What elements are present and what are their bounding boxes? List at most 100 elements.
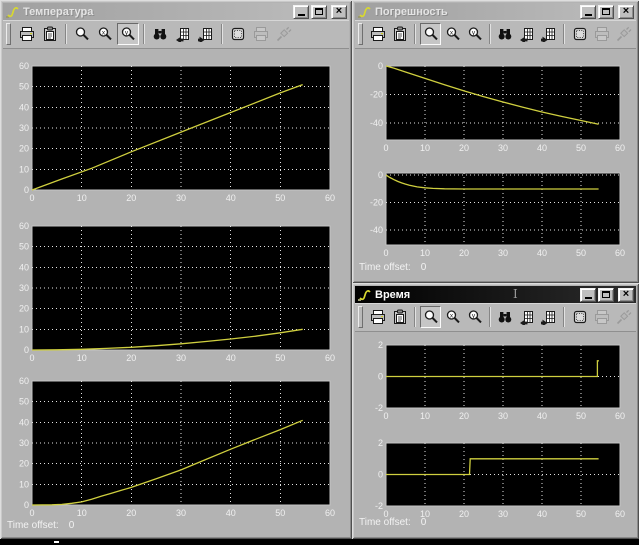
svg-text:50: 50 [275, 193, 285, 203]
zoom-x-button[interactable]: x [442, 306, 463, 328]
toolbar-separator [143, 24, 145, 44]
restore-axes-icon [198, 26, 214, 42]
save-axes-button[interactable] [172, 23, 194, 45]
plot-time-1[interactable]: 0102030405060-202 [353, 337, 633, 423]
minimize-button[interactable] [293, 5, 309, 19]
svg-text:40: 40 [537, 143, 547, 153]
maximize-button[interactable] [598, 288, 614, 302]
zoom-y-button[interactable]: y [464, 306, 485, 328]
svg-text:0: 0 [29, 508, 34, 518]
plot-temperature-3[interactable]: 01020304050600102030405060 [0, 373, 344, 521]
svg-text:60: 60 [615, 411, 625, 421]
zoom-y-button[interactable]: y [117, 23, 139, 45]
copy-button[interactable] [39, 23, 61, 45]
svg-text:40: 40 [226, 353, 236, 363]
plot-temperature-1[interactable]: 01020304050600102030405060 [0, 58, 344, 206]
svg-text:0: 0 [24, 345, 29, 355]
svg-text:20: 20 [459, 248, 469, 258]
signal-selection-button[interactable] [613, 23, 634, 45]
lock-axes-button[interactable] [591, 306, 612, 328]
floating-scope-button[interactable] [569, 306, 590, 328]
svg-text:40: 40 [537, 411, 547, 421]
svg-text:10: 10 [77, 193, 87, 203]
plot-error-1[interactable]: 0102030405060-40-200 [353, 58, 633, 155]
signal-selection-button[interactable] [613, 306, 634, 328]
minimize-button[interactable] [580, 288, 596, 302]
maximize-button[interactable] [598, 5, 614, 19]
toolbar-separator [414, 24, 416, 44]
print-button[interactable] [16, 23, 38, 45]
lock-axes-button[interactable] [591, 23, 612, 45]
window-title: Температура [23, 6, 93, 18]
restore-axes-button[interactable] [539, 23, 560, 45]
svg-text:10: 10 [77, 353, 87, 363]
close-button[interactable]: × [618, 5, 634, 19]
print-button[interactable] [368, 23, 389, 45]
binoculars-icon [152, 26, 168, 42]
time-offset-label: Time offset: [359, 262, 411, 273]
zoom-x-button[interactable]: x [94, 23, 116, 45]
close-button[interactable]: × [618, 288, 634, 302]
titlebar[interactable]: Время I × [355, 286, 636, 303]
maximize-button[interactable] [311, 5, 327, 19]
plot-temperature-2[interactable]: 01020304050600102030405060 [0, 218, 344, 366]
svg-text:0: 0 [383, 411, 388, 421]
zoom-button[interactable] [71, 23, 93, 45]
lock-axes-button[interactable] [250, 23, 272, 45]
autoscale-button[interactable] [495, 23, 516, 45]
svg-text:-40: -40 [370, 225, 383, 235]
svg-text:2: 2 [378, 340, 383, 350]
svg-text:40: 40 [226, 508, 236, 518]
titlebar[interactable]: Температура × [3, 3, 349, 20]
binoculars-icon [497, 26, 513, 42]
plot-error-2[interactable]: 0102030405060-40-200 [353, 165, 633, 260]
clipboard-icon [392, 309, 408, 325]
background-window-mark [54, 541, 59, 543]
zoom-button[interactable] [420, 306, 441, 328]
time-offset: Time offset:0 [359, 262, 426, 273]
toolbar: xy [355, 20, 636, 49]
svg-text:-20: -20 [370, 198, 383, 208]
svg-text:-40: -40 [370, 118, 383, 128]
svg-text:60: 60 [19, 61, 29, 71]
toolbar-grip[interactable] [6, 23, 11, 45]
zoom-button[interactable] [420, 23, 441, 45]
time-offset-value: 0 [421, 517, 427, 528]
printer-lock-icon [253, 26, 269, 42]
copy-button[interactable] [390, 23, 411, 45]
floating-scope-button[interactable] [227, 23, 249, 45]
autoscale-button[interactable] [495, 306, 516, 328]
zoom-y-button[interactable]: y [464, 23, 485, 45]
toolbar-separator [563, 307, 565, 327]
zoom-x-button[interactable]: x [442, 23, 463, 45]
close-button[interactable]: × [331, 5, 347, 19]
signal-selection-button[interactable] [273, 23, 295, 45]
floating-scope-button[interactable] [569, 23, 590, 45]
svg-text:40: 40 [19, 102, 29, 112]
print-button[interactable] [368, 306, 389, 328]
restore-axes-icon [541, 26, 557, 42]
toolbar-grip[interactable] [358, 23, 363, 45]
save-axes-button[interactable] [517, 23, 538, 45]
svg-text:50: 50 [576, 248, 586, 258]
minimize-button[interactable] [580, 5, 596, 19]
restore-axes-button[interactable] [539, 306, 560, 328]
floating-scope-icon [572, 26, 588, 42]
save-axes-button[interactable] [517, 306, 538, 328]
toolbar-grip[interactable] [358, 306, 363, 328]
magnifier-y-icon: y [467, 26, 483, 42]
maximize-icon [315, 8, 323, 15]
copy-button[interactable] [390, 306, 411, 328]
autoscale-button[interactable] [149, 23, 171, 45]
restore-axes-button[interactable] [195, 23, 217, 45]
minimize-icon [298, 14, 305, 16]
svg-text:20: 20 [126, 508, 136, 518]
svg-text:60: 60 [325, 353, 335, 363]
plot-time-2[interactable]: 0102030405060-202 [353, 435, 633, 521]
svg-text:50: 50 [19, 242, 29, 252]
svg-text:20: 20 [459, 509, 469, 519]
titlebar[interactable]: Погрешность × [355, 3, 636, 20]
svg-text:-2: -2 [375, 501, 383, 511]
signal-icon [276, 26, 292, 42]
svg-text:20: 20 [19, 304, 29, 314]
